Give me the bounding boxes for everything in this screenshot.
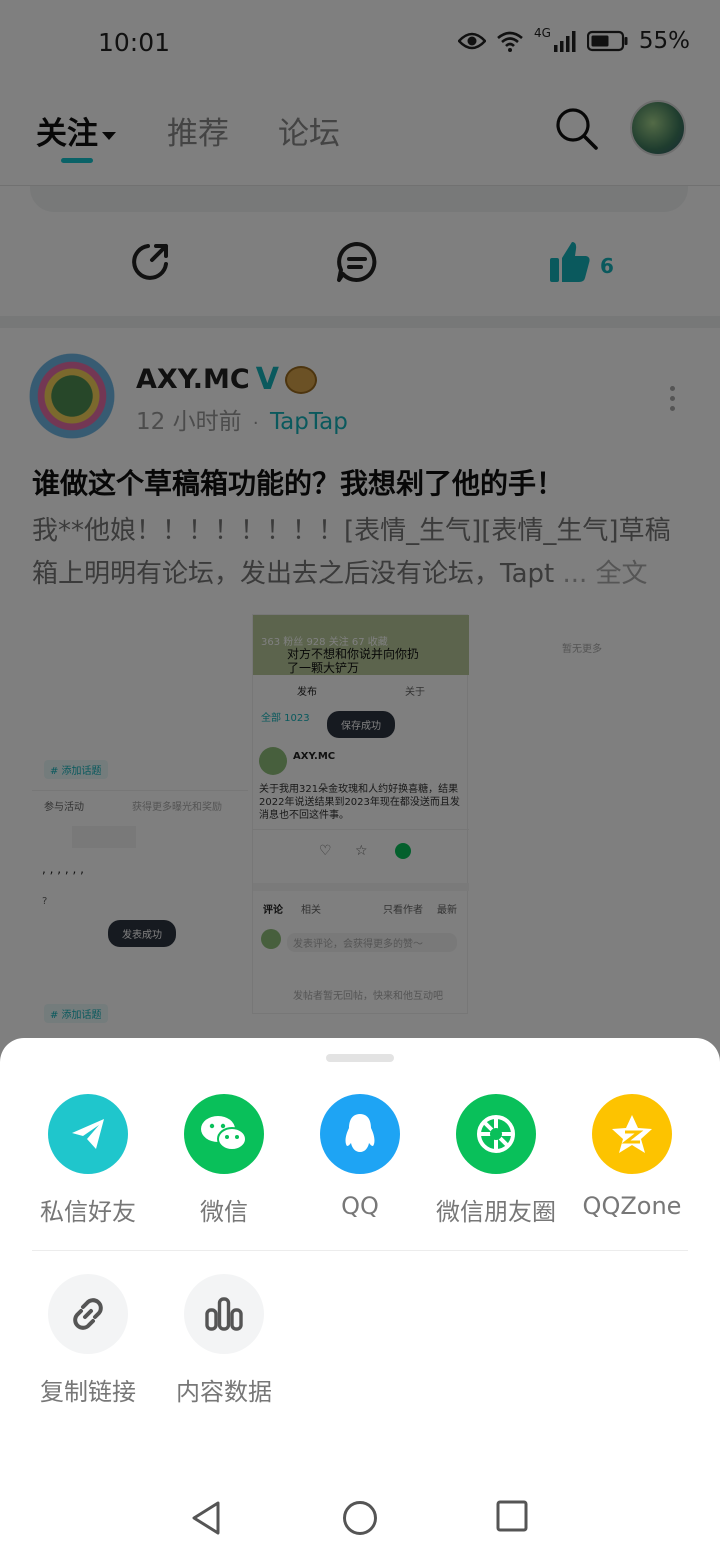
qzone-star-icon (592, 1094, 672, 1174)
share-private-message[interactable]: 私信好友 (20, 1094, 156, 1227)
share-qzone[interactable]: QQZone (564, 1094, 700, 1220)
wechat-icon (184, 1094, 264, 1174)
bar-chart-icon (184, 1274, 264, 1354)
sheet-divider (32, 1250, 688, 1251)
content-data-button[interactable]: 内容数据 (156, 1274, 292, 1407)
share-label: 复制链接 (40, 1378, 136, 1406)
copy-link-button[interactable]: 复制链接 (20, 1274, 156, 1407)
back-icon[interactable] (190, 1500, 222, 1536)
share-label: QQZone (582, 1192, 682, 1220)
share-wechat[interactable]: 微信 (156, 1094, 292, 1227)
share-wechat-moments[interactable]: 微信朋友圈 (428, 1094, 564, 1227)
share-label: QQ (341, 1192, 379, 1220)
share-qq[interactable]: QQ (292, 1094, 428, 1220)
share-label: 微信朋友圈 (436, 1198, 556, 1226)
recents-icon[interactable] (496, 1500, 528, 1532)
moments-icon (456, 1094, 536, 1174)
share-label: 微信 (200, 1198, 248, 1226)
home-icon[interactable] (342, 1500, 378, 1536)
link-icon (48, 1274, 128, 1354)
paper-plane-icon (48, 1094, 128, 1174)
qq-penguin-icon (320, 1094, 400, 1174)
sheet-drag-handle[interactable] (326, 1054, 394, 1062)
share-label: 内容数据 (176, 1378, 272, 1406)
share-label: 私信好友 (40, 1198, 136, 1226)
system-navigation-bar (0, 1470, 720, 1560)
